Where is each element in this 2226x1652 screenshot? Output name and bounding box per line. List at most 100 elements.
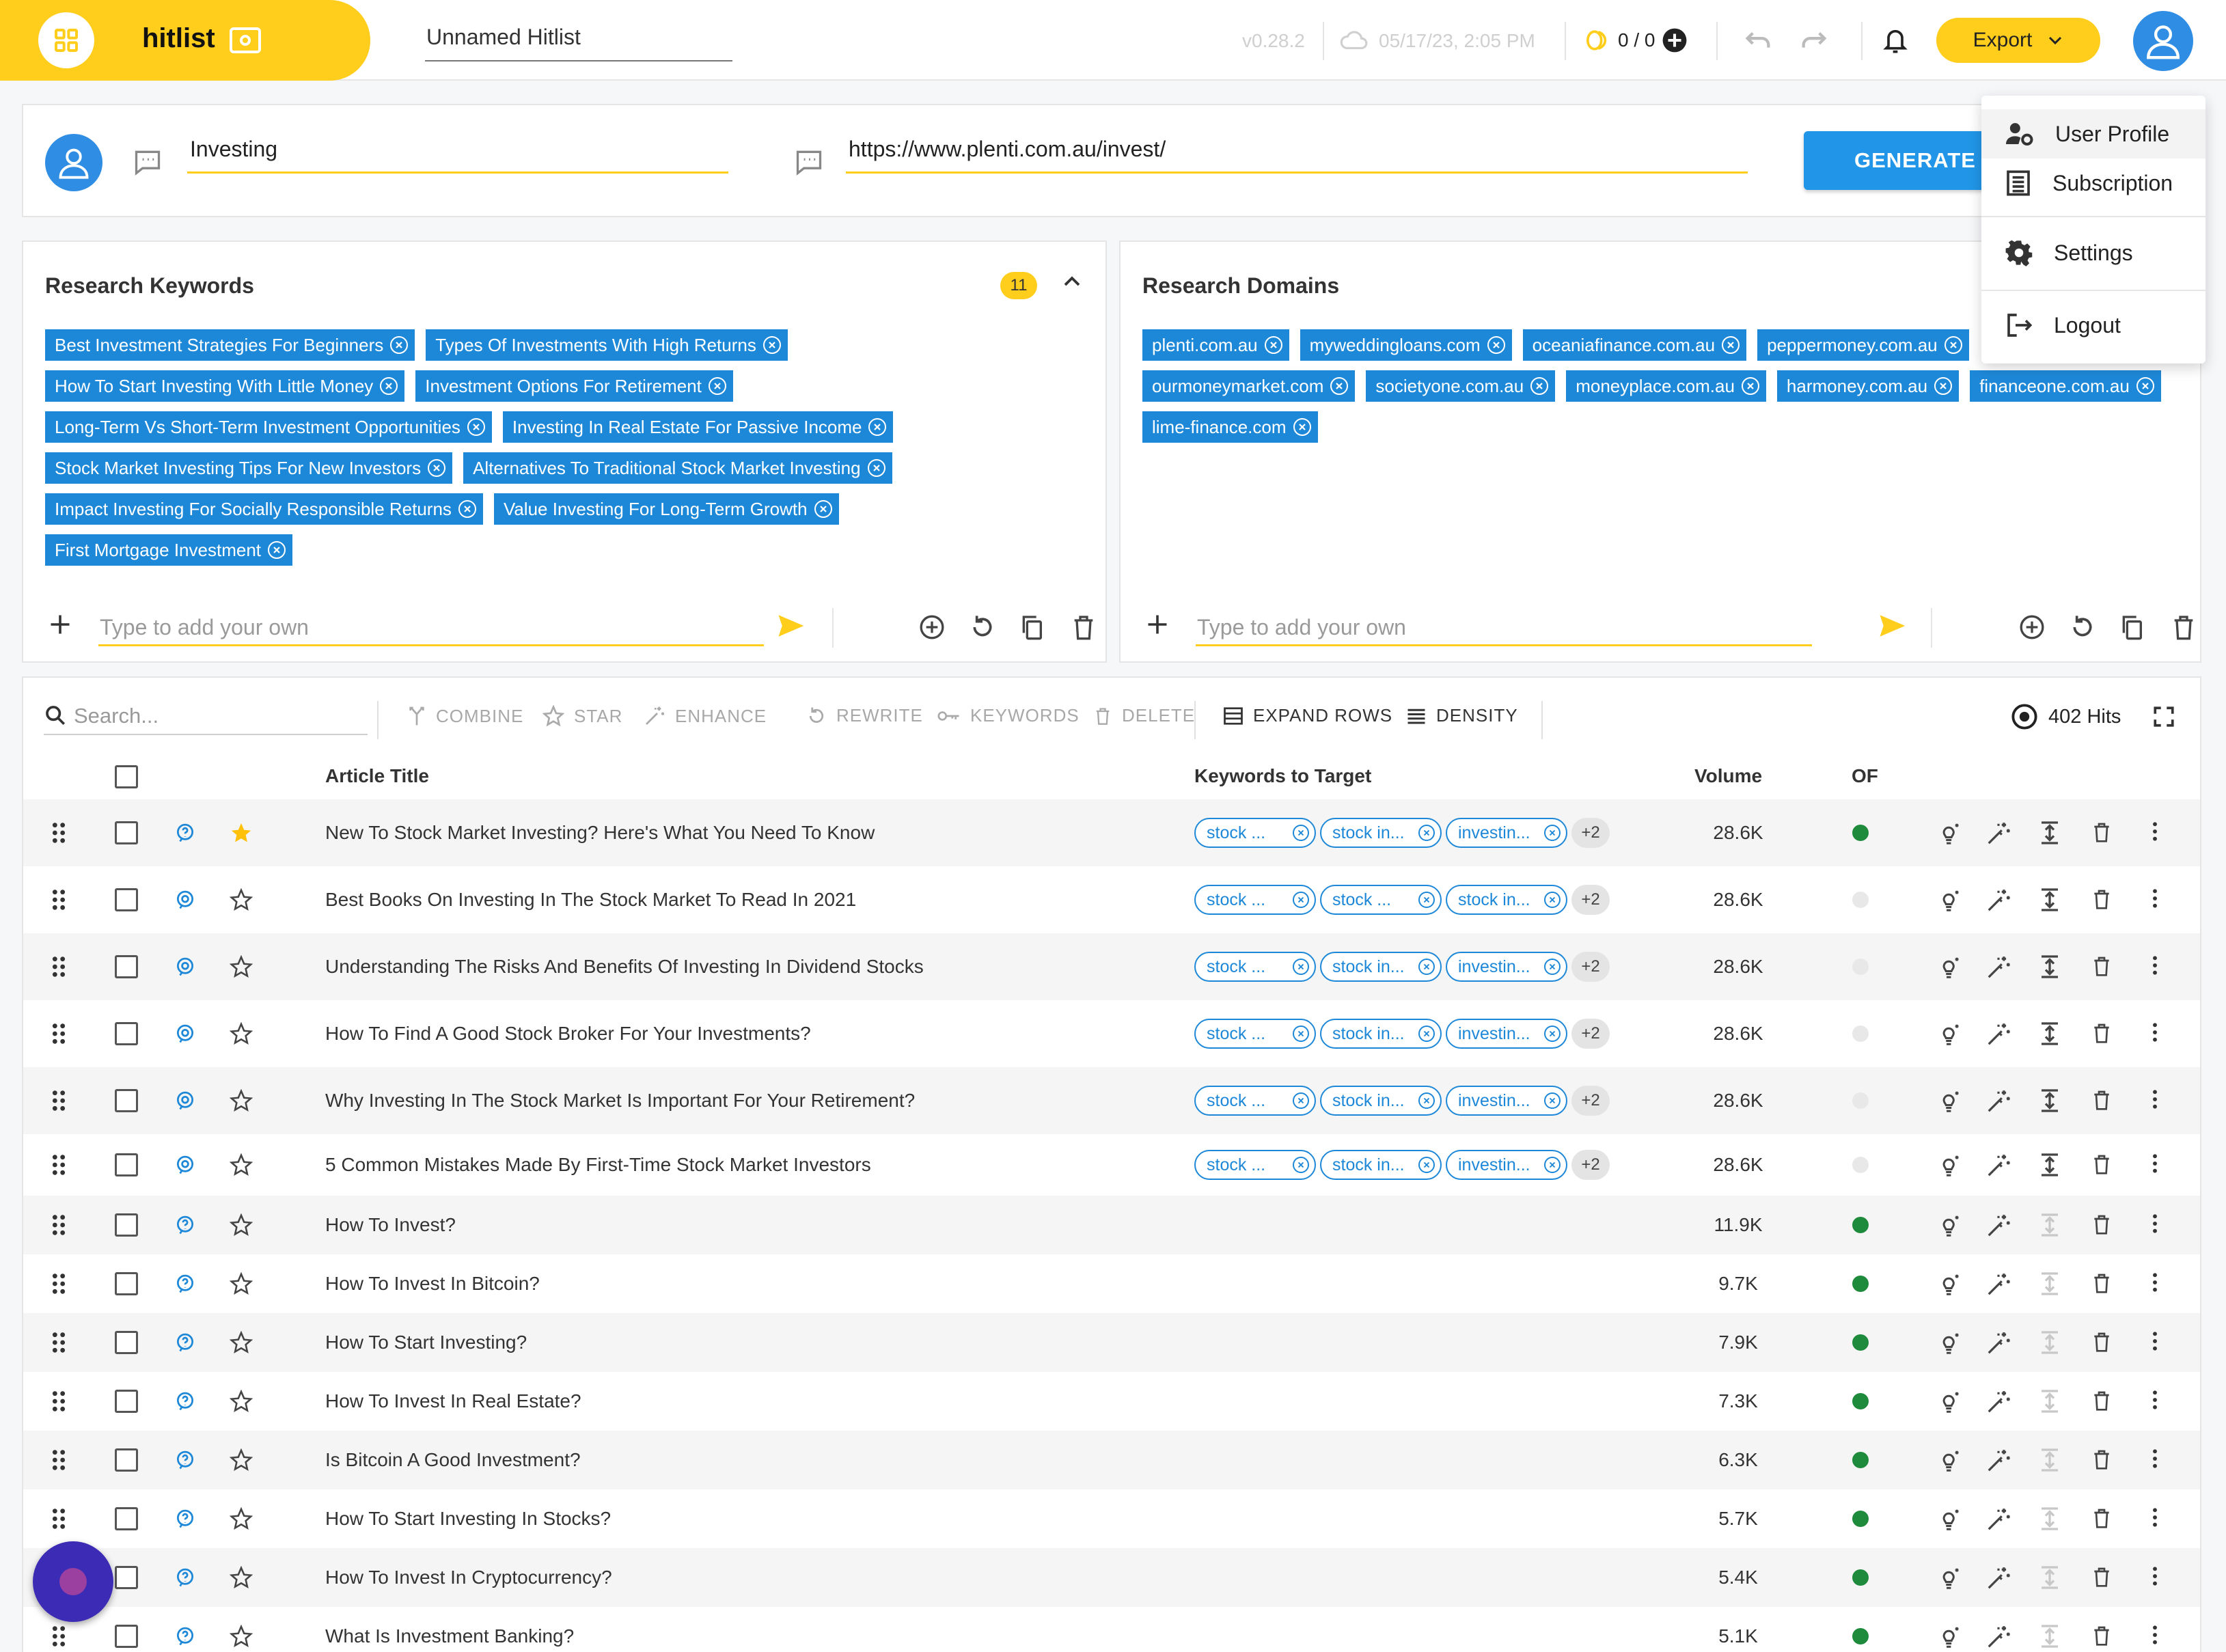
question-icon[interactable]	[175, 823, 195, 843]
remove-keyword-icon[interactable]	[1293, 1092, 1309, 1109]
expand-row-icon[interactable]	[2039, 1506, 2061, 1531]
enhance-wand-icon[interactable]	[1985, 1624, 2011, 1650]
table-row[interactable]: What Is Investment Banking? 5.1K	[23, 1607, 2200, 1652]
more-options-icon[interactable]	[2151, 887, 2159, 909]
keyword-chip[interactable]: stock in...	[1320, 1086, 1442, 1116]
delete-row-icon[interactable]	[2091, 821, 2113, 844]
remove-chip-icon[interactable]	[1934, 377, 1953, 395]
remove-keyword-icon[interactable]	[1418, 892, 1435, 908]
keyword-chip[interactable]: stock in...	[1446, 885, 1567, 915]
row-checkbox[interactable]	[115, 1089, 138, 1112]
row-checkbox[interactable]	[115, 1448, 138, 1472]
star-outline-icon[interactable]	[230, 1331, 253, 1354]
star-outline-icon[interactable]	[230, 1089, 253, 1112]
drag-handle-icon[interactable]	[51, 1213, 67, 1237]
remove-keyword-icon[interactable]	[1293, 892, 1309, 908]
remove-chip-icon[interactable]	[467, 418, 485, 436]
enhance-wand-icon[interactable]	[1985, 1330, 2011, 1356]
column-of[interactable]: OF	[1852, 765, 1878, 787]
question-icon[interactable]	[175, 1155, 195, 1175]
ideas-bulb-icon[interactable]	[1936, 1213, 1962, 1239]
more-keywords-badge[interactable]: +2	[1571, 952, 1610, 982]
domain-chip[interactable]: financeone.com.au	[1970, 370, 2161, 402]
domain-chip[interactable]: peppermoney.com.au	[1757, 329, 1969, 361]
redo-icon[interactable]	[1798, 27, 1830, 55]
row-checkbox[interactable]	[115, 1213, 138, 1237]
expand-row-icon[interactable]	[2039, 1088, 2061, 1113]
more-keywords-badge[interactable]: +2	[1571, 818, 1610, 848]
keyword-chip[interactable]: Long-Term Vs Short-Term Investment Oppor…	[45, 411, 492, 443]
search-input[interactable]: Search...	[44, 697, 368, 735]
more-options-icon[interactable]	[2151, 1448, 2159, 1470]
question-icon[interactable]	[175, 1023, 195, 1044]
remove-chip-icon[interactable]	[1944, 336, 1962, 354]
question-icon[interactable]	[175, 1450, 195, 1470]
row-checkbox[interactable]	[115, 1153, 138, 1176]
enhance-wand-icon[interactable]	[1985, 887, 2011, 913]
domain-chip[interactable]: harmoney.com.au	[1776, 370, 1960, 402]
remove-keyword-icon[interactable]	[1544, 825, 1561, 841]
more-keywords-badge[interactable]: +2	[1571, 1019, 1610, 1049]
table-row[interactable]: How To Invest In Cryptocurrency? 5.4K	[23, 1548, 2200, 1607]
keyword-chip[interactable]: investin...	[1446, 1086, 1567, 1116]
star-outline-icon[interactable]	[230, 1507, 253, 1530]
copy-icon[interactable]	[1018, 614, 1045, 641]
plus-icon[interactable]	[1145, 612, 1170, 637]
remove-keyword-icon[interactable]	[1544, 1025, 1561, 1042]
star-outline-icon[interactable]	[230, 1022, 253, 1045]
drag-handle-icon[interactable]	[51, 1022, 67, 1045]
remove-keyword-icon[interactable]	[1544, 1157, 1561, 1173]
notifications-bell-icon[interactable]	[1882, 25, 1909, 56]
delete-row-icon[interactable]	[2091, 1330, 2113, 1353]
remove-chip-icon[interactable]	[1722, 336, 1740, 354]
article-title[interactable]: How To Invest In Cryptocurrency?	[325, 1567, 612, 1588]
add-domain-input[interactable]: Type to add your own	[1196, 605, 1812, 646]
more-options-icon[interactable]	[2151, 1088, 2159, 1110]
question-icon[interactable]	[175, 1215, 195, 1235]
delete-row-icon[interactable]	[2091, 1153, 2113, 1176]
delete-button[interactable]: DELETE	[1093, 705, 1195, 726]
keyword-chip[interactable]: stock in...	[1320, 952, 1442, 982]
expand-row-icon[interactable]	[2039, 821, 2061, 845]
more-options-icon[interactable]	[2151, 1330, 2159, 1352]
row-checkbox[interactable]	[115, 821, 138, 844]
preview-icon[interactable]	[230, 27, 261, 53]
keyword-chip[interactable]: stock ...	[1320, 885, 1442, 915]
question-icon[interactable]	[175, 1090, 195, 1111]
add-credits-icon[interactable]	[1662, 27, 1688, 53]
delete-row-icon[interactable]	[2091, 1389, 2113, 1412]
refresh-icon[interactable]	[2069, 614, 2096, 641]
expand-row-icon[interactable]	[2039, 1448, 2061, 1472]
trash-icon[interactable]	[1070, 614, 1097, 641]
delete-row-icon[interactable]	[2091, 1213, 2113, 1236]
hitlist-name-input[interactable]: Unnamed Hitlist	[425, 20, 732, 61]
row-checkbox[interactable]	[115, 1390, 138, 1413]
expand-row-icon[interactable]	[2039, 1213, 2061, 1237]
more-options-icon[interactable]	[2151, 821, 2159, 842]
remove-chip-icon[interactable]	[1330, 377, 1349, 395]
column-article-title[interactable]: Article Title	[325, 765, 429, 787]
trash-icon[interactable]	[2170, 614, 2197, 641]
row-checkbox[interactable]	[115, 1022, 138, 1045]
star-outline-icon[interactable]	[230, 888, 253, 911]
expand-row-icon[interactable]	[2039, 1330, 2061, 1355]
remove-chip-icon[interactable]	[2136, 377, 2154, 395]
keyword-chip[interactable]: stock ...	[1194, 818, 1316, 848]
remove-chip-icon[interactable]	[268, 541, 286, 559]
enhance-wand-icon[interactable]	[1985, 1213, 2011, 1239]
remove-keyword-icon[interactable]	[1544, 1092, 1561, 1109]
star-outline-icon[interactable]	[230, 1153, 253, 1176]
keyword-chip[interactable]: investin...	[1446, 1150, 1567, 1180]
article-title[interactable]: Best Books On Investing In The Stock Mar…	[325, 889, 856, 911]
remove-chip-icon[interactable]	[867, 459, 885, 477]
enhance-button[interactable]: ENHANCE	[644, 705, 767, 727]
question-icon[interactable]	[175, 1274, 195, 1294]
article-title[interactable]: Why Investing In The Stock Market Is Imp…	[325, 1090, 915, 1112]
generate-button[interactable]: GENERATE	[1804, 131, 2009, 190]
star-outline-icon[interactable]	[230, 1272, 253, 1295]
drag-handle-icon[interactable]	[51, 821, 67, 844]
enhance-wand-icon[interactable]	[1985, 1448, 2011, 1474]
send-icon[interactable]	[776, 614, 805, 638]
table-row[interactable]: How To Start Investing? 7.9K	[23, 1313, 2200, 1372]
keyword-chip[interactable]: stock ...	[1194, 885, 1316, 915]
